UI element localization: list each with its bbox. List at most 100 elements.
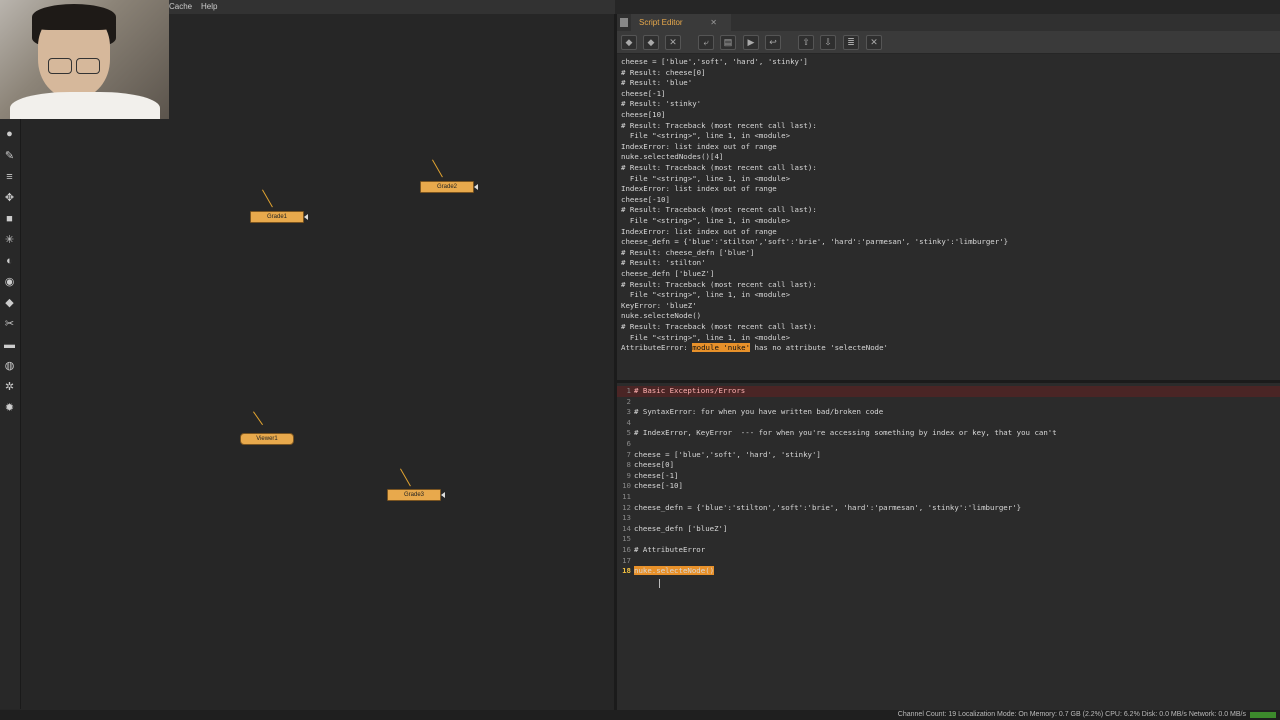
return-icon[interactable]: ↩ xyxy=(765,35,781,50)
node-grade1-mask-input[interactable] xyxy=(304,214,308,220)
list-icon[interactable]: ≣ xyxy=(843,35,859,50)
code-line[interactable]: 15 xyxy=(617,534,1280,545)
next-icon[interactable]: ◆ xyxy=(643,35,659,50)
menu-cache[interactable]: Cache xyxy=(169,2,192,11)
line-number: 3 xyxy=(626,407,631,417)
code-line[interactable]: 7 cheese = ['blue','soft', 'hard', 'stink… xyxy=(617,450,1280,461)
code-line[interactable]: 12 cheese_defn = {'blue':'stilton','soft'… xyxy=(617,503,1280,514)
node-grade1-label: Grade1 xyxy=(266,214,287,220)
error-suffix: has no attribute 'selecteNode' xyxy=(750,343,889,353)
output-line: # Result: cheese_defn ['blue'] xyxy=(621,247,755,257)
code-line[interactable]: 1 # Basic Exceptions/Errors xyxy=(617,386,1280,397)
node-grade2-mask-input[interactable] xyxy=(474,184,478,190)
webcam-overlay xyxy=(0,0,169,119)
output-line: File "<string>", line 1, in <module> xyxy=(621,131,791,141)
output-line: nuke.selecteNode() xyxy=(621,311,702,321)
viewer1-input-arrow xyxy=(253,411,263,426)
tab-script-editor[interactable]: Script Editor ✕ xyxy=(631,14,731,31)
prev-icon[interactable]: ◆ xyxy=(621,35,637,50)
output-line: nuke.selectedNodes()[4] xyxy=(621,152,724,162)
error-prefix: AttributeError: xyxy=(621,343,693,353)
line-number: 12 xyxy=(622,502,631,512)
code-line[interactable]: 5 # IndexError, KeyError --- for when you… xyxy=(617,428,1280,439)
code-line[interactable]: 17 xyxy=(617,556,1280,567)
text-cursor xyxy=(659,579,660,588)
layers-icon[interactable]: ≡ xyxy=(3,171,16,184)
bar-icon[interactable]: ▬ xyxy=(3,339,16,352)
node-grade2[interactable]: Grade2 xyxy=(420,181,478,193)
clear-all-icon[interactable]: ✕ xyxy=(866,35,882,50)
code-line[interactable]: 4 xyxy=(617,418,1280,429)
output-line: # Result: cheese[0] xyxy=(621,67,706,77)
output-error-line: AttributeError: module 'nuke' has no att… xyxy=(621,343,889,353)
grade2-input-arrow xyxy=(432,159,443,178)
script-editor-toolbar: ◆ ◆ ✕ ⤶ ▤ ▶ ↩ ⇧ ⇩ ≣ ✕ xyxy=(617,31,1280,53)
output-line: # Result: 'stilton' xyxy=(621,258,706,268)
settings-wheel-icon[interactable]: ✹ xyxy=(3,402,16,415)
line-number: 13 xyxy=(622,513,631,523)
circle-icon[interactable]: ● xyxy=(3,128,16,141)
paint-icon[interactable]: ✎ xyxy=(3,150,16,163)
node-grade3-mask-input[interactable] xyxy=(441,492,445,498)
output-line: IndexError: list index out of range xyxy=(621,226,777,236)
save-up-icon[interactable]: ⇧ xyxy=(798,35,814,50)
code-line[interactable]: 3 # SyntaxError: for when you have writte… xyxy=(617,407,1280,418)
transform-icon[interactable]: ✥ xyxy=(3,192,16,205)
source-icon[interactable]: ⤶ xyxy=(698,35,714,50)
code-text: cheese = ['blue','soft', 'hard', 'stinky… xyxy=(634,449,821,459)
globe-icon[interactable]: ◍ xyxy=(3,360,16,373)
output-line: # Result: Traceback (most recent call la… xyxy=(621,120,817,130)
webcam-hair-top xyxy=(32,4,116,30)
line-number: 4 xyxy=(626,417,631,427)
error-highlight: module 'nuke' xyxy=(692,343,751,353)
node-grade1[interactable]: Grade1 xyxy=(250,211,308,223)
menu-help[interactable]: Help xyxy=(201,2,217,11)
load-icon[interactable]: ▤ xyxy=(720,35,736,50)
code-line[interactable]: 13 xyxy=(617,513,1280,524)
line-number: 16 xyxy=(622,545,631,554)
webcam-glasses-right xyxy=(76,58,100,74)
script-output[interactable]: cheese = ['blue','soft', 'hard', 'stinky… xyxy=(617,54,1280,380)
node-viewer1[interactable]: Viewer1 xyxy=(240,433,294,445)
node-grade3[interactable]: Grade3 xyxy=(387,489,445,501)
code-line[interactable]: 2 xyxy=(617,397,1280,408)
brush-icon[interactable]: ✂ xyxy=(3,318,16,331)
code-line[interactable]: 11 xyxy=(617,492,1280,503)
eye-icon[interactable]: ◉ xyxy=(3,276,16,289)
output-line: File "<string>", line 1, in <module> xyxy=(621,332,791,342)
status-text: Channel Count: 19 Localization Mode: On … xyxy=(897,711,1246,718)
code-line[interactable]: 8 cheese[0] xyxy=(617,460,1280,471)
pane-menu-icon[interactable] xyxy=(620,18,628,27)
code-text: # IndexError, KeyError --- for when you'… xyxy=(634,428,1057,438)
code-line-active[interactable]: 18 nuke.selecteNode() xyxy=(617,566,1280,577)
script-input[interactable]: 1 # Basic Exceptions/Errors 2 3 # SyntaxEr… xyxy=(617,383,1280,710)
cube-icon[interactable]: ■ xyxy=(3,213,16,226)
output-line: cheese[-10] xyxy=(621,194,670,204)
code-text: # Basic Exceptions/Errors xyxy=(634,386,746,395)
code-line[interactable]: 9 cheese[-1] xyxy=(617,471,1280,482)
line-number: 9 xyxy=(626,470,631,480)
output-line: # Result: Traceback (most recent call la… xyxy=(621,322,817,331)
code-line[interactable]: 16 # AttributeError xyxy=(617,545,1280,556)
code-line[interactable]: 10 cheese[-10] xyxy=(617,481,1280,492)
code-line[interactable]: 14 cheese_defn ['blueZ'] xyxy=(617,524,1280,535)
nodes-toolbar: ● ✎ ≡ ✥ ■ ✳ ◐ ◉ ◆ ✂ ▬ ◍ ✲ ✹ xyxy=(0,119,21,709)
output-line: File "<string>", line 1, in <module> xyxy=(621,173,791,183)
line-number: 10 xyxy=(622,481,631,491)
close-icon[interactable]: ✕ xyxy=(710,14,717,31)
line-number: 7 xyxy=(626,449,631,459)
grade1-input-arrow xyxy=(262,189,273,208)
output-line: # Result: 'stinky' xyxy=(621,99,702,109)
tag-icon[interactable]: ◆ xyxy=(3,297,16,310)
node-grade2-label: Grade2 xyxy=(436,184,457,190)
gear-icon[interactable]: ✲ xyxy=(3,381,16,394)
d-icon[interactable]: ◐ xyxy=(3,255,16,268)
particles-icon[interactable]: ✳ xyxy=(3,234,16,247)
output-line: # Result: Traceback (most recent call la… xyxy=(621,205,817,215)
code-line[interactable]: 6 xyxy=(617,439,1280,450)
clear-icon[interactable]: ✕ xyxy=(665,35,681,50)
save-down-icon[interactable]: ⇩ xyxy=(820,35,836,50)
activity-meter xyxy=(1250,712,1276,718)
status-bar: Channel Count: 19 Localization Mode: On … xyxy=(0,710,1280,720)
run-icon[interactable]: ▶ xyxy=(743,35,759,50)
